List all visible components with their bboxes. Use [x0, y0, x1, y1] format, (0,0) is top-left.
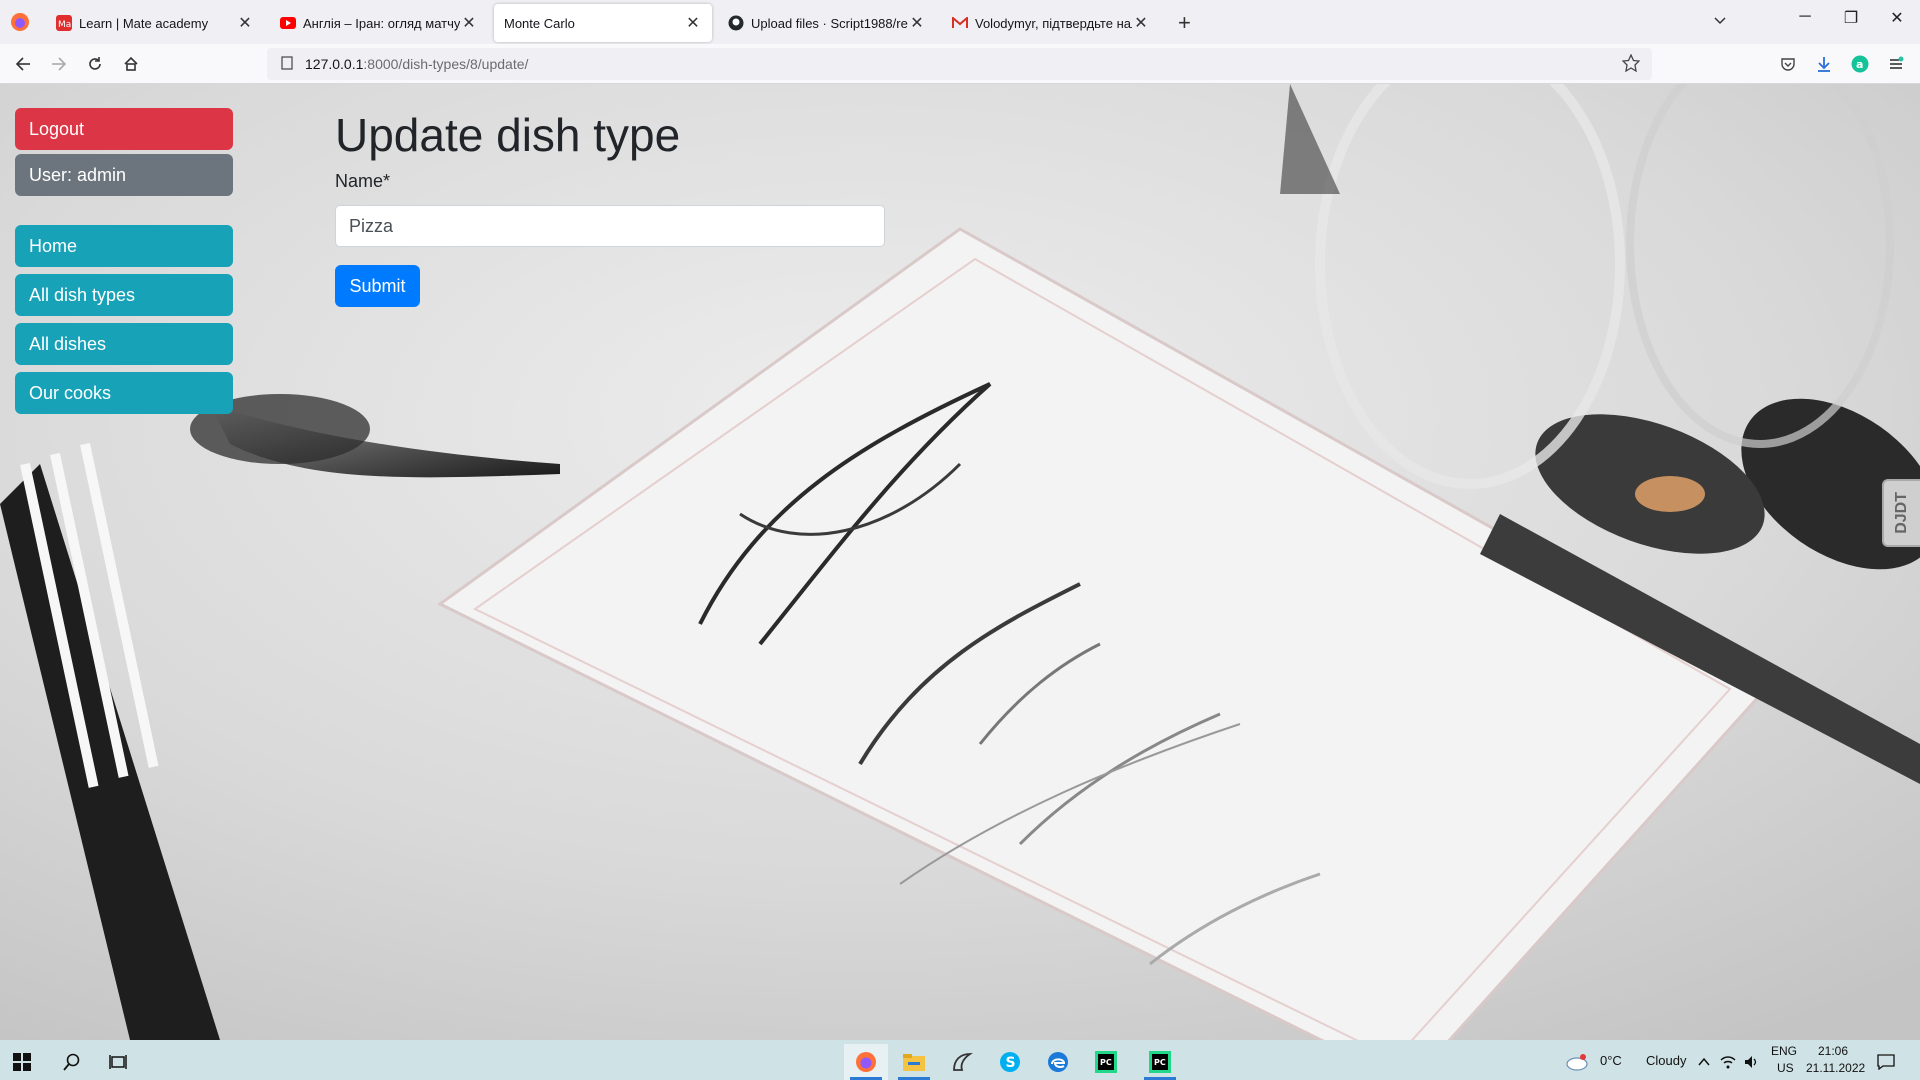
- grammarly-icon[interactable]: a: [1849, 53, 1871, 75]
- mate-academy-icon: Ma: [56, 15, 72, 31]
- debug-toolbar-handle[interactable]: DJDT: [1882, 479, 1920, 547]
- file-explorer-icon[interactable]: [892, 1044, 936, 1080]
- close-tab-icon[interactable]: ✕: [1132, 13, 1150, 33]
- github-icon: [728, 15, 744, 31]
- tab-title: Monte Carlo: [504, 15, 575, 31]
- pycharm-running-icon[interactable]: PC: [1138, 1044, 1182, 1080]
- svg-text:a: a: [1856, 58, 1863, 71]
- forward-icon[interactable]: [48, 53, 70, 75]
- pocket-icon[interactable]: [1777, 53, 1799, 75]
- weather-temp: 0°C: [1600, 1053, 1622, 1068]
- browser-nav-bar: 127.0.0.1:8000/dish-types/8/update/ a: [0, 44, 1920, 84]
- edge-icon[interactable]: [1036, 1044, 1080, 1080]
- menu-icon[interactable]: [1885, 53, 1907, 75]
- youtube-icon: [280, 15, 296, 31]
- volume-icon[interactable]: [1740, 1044, 1764, 1080]
- tab-title: Англія – Іран: огляд матчу (чемпіонат: [303, 15, 460, 31]
- chevron-up-icon[interactable]: [1692, 1044, 1716, 1080]
- tab-mate-academy[interactable]: Ma Learn | Mate academy ✕: [46, 4, 264, 42]
- user-button[interactable]: User: admin: [15, 154, 233, 196]
- sidebar-item-home[interactable]: Home: [15, 225, 233, 267]
- tab-github[interactable]: Upload files · Script1988/restaurant ✕: [718, 4, 936, 42]
- clock-date[interactable]: 21.11.2022: [1806, 1061, 1865, 1075]
- url-bar[interactable]: 127.0.0.1:8000/dish-types/8/update/: [267, 48, 1652, 80]
- tab-title: Upload files · Script1988/restaurant: [751, 15, 908, 31]
- app-launcher-icon[interactable]: [940, 1044, 984, 1080]
- logout-button[interactable]: Logout: [15, 108, 233, 150]
- windows-taskbar: S PC PC 0°C Cloudy ENG US 21:06 21.11.20…: [0, 1040, 1920, 1080]
- tab-title: Volodymyr, підтвердьте налаштування: [975, 15, 1132, 31]
- sidebar-item-all-dishes[interactable]: All dishes: [15, 323, 233, 365]
- window-close-icon[interactable]: ✕: [1874, 8, 1920, 28]
- url-host: 127.0.0.1: [305, 56, 364, 72]
- weather-cloud-icon[interactable]: [1560, 1044, 1592, 1080]
- sidebar-item-our-cooks[interactable]: Our cooks: [15, 372, 233, 414]
- back-icon[interactable]: [12, 53, 34, 75]
- search-icon[interactable]: [50, 1044, 94, 1080]
- page-icon: [281, 55, 293, 73]
- bookmark-star-icon[interactable]: [1621, 53, 1641, 75]
- home-icon[interactable]: [120, 53, 142, 75]
- browser-tab-strip: Ma Learn | Mate academy ✕ Англія – Іран:…: [0, 0, 1920, 44]
- close-tab-icon[interactable]: ✕: [236, 13, 254, 33]
- debug-toolbar-label: DJDT: [1893, 492, 1910, 534]
- list-all-tabs-icon[interactable]: [1712, 12, 1728, 33]
- tab-gmail[interactable]: Volodymyr, підтвердьте налаштування ✕: [942, 4, 1160, 42]
- restore-icon[interactable]: ❐: [1828, 8, 1874, 28]
- firefox-taskbar-icon[interactable]: [844, 1044, 888, 1080]
- keyboard-lang[interactable]: ENG: [1771, 1044, 1797, 1058]
- submit-button[interactable]: Submit: [335, 265, 420, 307]
- svg-text:PC: PC: [1100, 1058, 1112, 1067]
- page-title: Update dish type: [335, 109, 681, 161]
- close-tab-icon[interactable]: ✕: [908, 13, 926, 33]
- close-tab-icon[interactable]: ✕: [460, 13, 478, 33]
- svg-text:Ma: Ma: [58, 20, 71, 30]
- restaurant-background-image: [0, 84, 1920, 1040]
- downloads-icon[interactable]: [1813, 53, 1835, 75]
- notification-icon[interactable]: [1866, 1044, 1906, 1080]
- name-input[interactable]: [335, 205, 885, 247]
- sidebar-item-all-dish-types[interactable]: All dish types: [15, 274, 233, 316]
- svg-text:PC: PC: [1154, 1058, 1166, 1067]
- page-content: Logout User: admin Home All dish types A…: [0, 84, 1920, 1040]
- pycharm-icon[interactable]: PC: [1084, 1044, 1128, 1080]
- gmail-icon: [952, 15, 968, 31]
- tab-monte-carlo[interactable]: Monte Carlo ✕: [494, 4, 712, 42]
- tab-youtube[interactable]: Англія – Іран: огляд матчу (чемпіонат ✕: [270, 4, 488, 42]
- weather-text: Cloudy: [1646, 1053, 1687, 1068]
- name-label: Name*: [335, 171, 391, 191]
- svg-text:S: S: [1006, 1055, 1016, 1071]
- new-tab-icon[interactable]: +: [1178, 10, 1191, 36]
- skype-icon[interactable]: S: [988, 1044, 1032, 1080]
- tab-title: Learn | Mate academy: [79, 15, 209, 31]
- wifi-icon[interactable]: [1716, 1044, 1740, 1080]
- url-path: :8000/dish-types/8/update/: [363, 56, 529, 72]
- windows-start-icon[interactable]: [0, 1044, 44, 1080]
- close-tab-icon[interactable]: ✕: [684, 13, 702, 33]
- task-view-icon[interactable]: [96, 1044, 140, 1080]
- keyboard-region[interactable]: US: [1777, 1061, 1794, 1075]
- reload-icon[interactable]: [84, 53, 106, 75]
- firefox-menu-icon[interactable]: [8, 10, 32, 34]
- clock-time[interactable]: 21:06: [1818, 1044, 1848, 1058]
- minimize-icon[interactable]: ─: [1782, 8, 1828, 26]
